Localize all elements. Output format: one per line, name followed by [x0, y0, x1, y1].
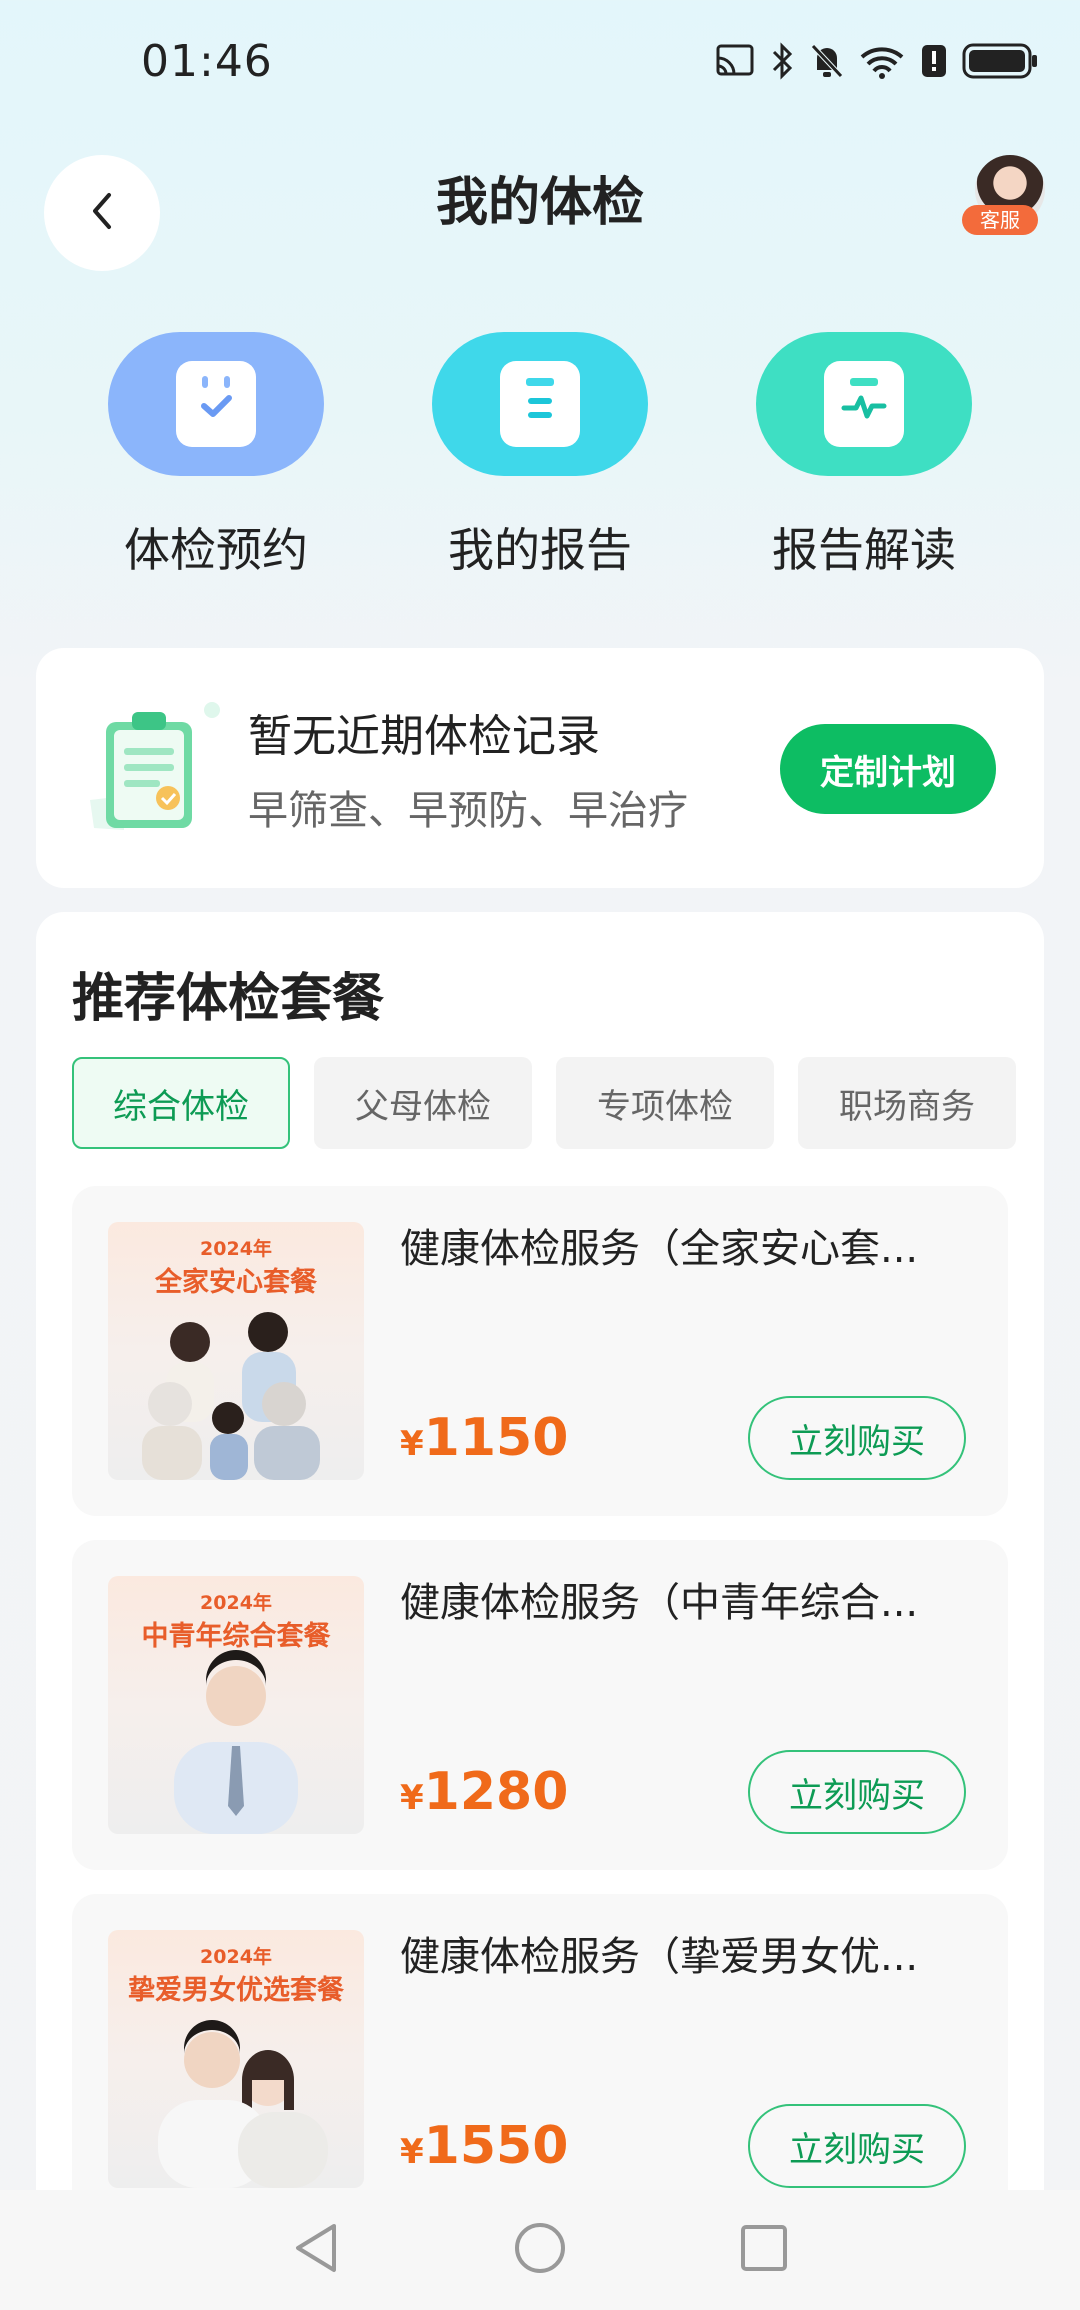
package-name: 健康体检服务（挚爱男女优... — [400, 1934, 919, 1980]
quick-entries: 体检预约 我的报告 报告解读 — [0, 332, 1080, 592]
record-subtitle: 早筛查、早预防、早治疗 — [248, 788, 688, 834]
tab-comprehensive[interactable]: 综合体检 — [72, 1057, 290, 1149]
package-price: ¥1280 — [400, 1762, 568, 1822]
package-item[interactable]: 2024年 挚爱男女优选套餐 健康体检服务（挚爱男女优... ¥1550 立刻购… — [72, 1894, 1008, 2224]
customer-service-button[interactable]: 客服 — [962, 155, 1050, 235]
buy-now-button[interactable]: 立刻购买 — [748, 1750, 966, 1834]
price-currency: ¥ — [400, 1778, 424, 1818]
calendar-check-icon — [176, 361, 256, 447]
package-image: 2024年 全家安心套餐 — [108, 1222, 364, 1480]
battery-icon — [962, 42, 1040, 80]
quick-entry-report-interpret[interactable]: 报告解读 — [756, 332, 972, 580]
custom-plan-button[interactable]: 定制计划 — [780, 724, 996, 814]
package-name: 健康体检服务（中青年综合... — [400, 1580, 919, 1626]
buy-now-button[interactable]: 立刻购买 — [748, 1396, 966, 1480]
package-image: 2024年 中青年综合套餐 — [108, 1576, 364, 1834]
buy-now-button[interactable]: 立刻购买 — [748, 2104, 966, 2188]
package-price: ¥1150 — [400, 1408, 568, 1468]
price-currency: ¥ — [400, 1424, 424, 1464]
quick-entry-bubble — [756, 332, 972, 476]
quick-entry-my-report[interactable]: 我的报告 — [432, 332, 648, 580]
package-image-year: 2024年 — [200, 1592, 272, 1614]
page-title: 我的体检 — [435, 173, 644, 233]
clipboard-icon — [84, 700, 224, 844]
section-title: 推荐体检套餐 — [72, 969, 385, 1029]
status-time: 01:46 — [141, 36, 273, 87]
nav-back-icon[interactable] — [290, 2220, 342, 2280]
status-icons — [714, 42, 1040, 80]
price-value: 1150 — [423, 1408, 569, 1468]
bell-muted-icon — [810, 42, 844, 80]
package-name: 健康体检服务（全家安心套... — [400, 1226, 919, 1272]
package-image-year: 2024年 — [200, 1946, 272, 1968]
package-price: ¥1550 — [400, 2116, 568, 2176]
quick-entry-label: 报告解读 — [772, 523, 956, 577]
package-item[interactable]: 2024年 全家安心套餐 健康体检服务（全家安心套... ¥1150 立刻购买 — [72, 1186, 1008, 1516]
price-value: 1280 — [423, 1762, 569, 1822]
family-photo-icon — [142, 1312, 320, 1480]
package-image-year: 2024年 — [200, 1238, 272, 1260]
system-nav-bar — [0, 2190, 1080, 2310]
package-image: 2024年 挚爱男女优选套餐 — [108, 1930, 364, 2188]
package-item[interactable]: 2024年 中青年综合套餐 健康体检服务（中青年综合... ¥1280 立刻购买 — [72, 1540, 1008, 1870]
man-photo-icon — [174, 1650, 298, 1834]
record-title: 暂无近期体检记录 — [248, 711, 600, 762]
nav-home-icon[interactable] — [512, 2220, 568, 2280]
nav-recents-icon[interactable] — [738, 2222, 790, 2278]
tab-business[interactable]: 职场商务 — [798, 1057, 1016, 1149]
tab-parents[interactable]: 父母体检 — [314, 1057, 532, 1149]
recommend-section: 推荐体检套餐 综合体检 父母体检 专项体检 职场商务 2024年 全家安心套餐 … — [36, 912, 1044, 2310]
quick-entry-bubble — [108, 332, 324, 476]
price-value: 1550 — [423, 2116, 569, 2176]
quick-entry-appointment[interactable]: 体检预约 — [108, 332, 324, 580]
status-bar: 01:46 — [0, 0, 1080, 130]
tab-special[interactable]: 专项体检 — [556, 1057, 774, 1149]
recent-record-card: 暂无近期体检记录 早筛查、早预防、早治疗 定制计划 — [36, 648, 1044, 888]
price-currency: ¥ — [400, 2132, 424, 2172]
cast-icon — [714, 44, 756, 78]
alert-icon — [920, 43, 948, 79]
customer-service-label: 客服 — [962, 205, 1038, 235]
quick-entry-label: 我的报告 — [448, 523, 632, 577]
package-tabs: 综合体检 父母体检 专项体检 职场商务 — [72, 1057, 1016, 1149]
quick-entry-label: 体检预约 — [124, 523, 308, 577]
report-list-icon — [500, 361, 580, 447]
couple-photo-icon — [158, 2020, 328, 2188]
quick-entry-bubble — [432, 332, 648, 476]
bluetooth-icon — [770, 42, 796, 80]
wifi-icon — [858, 43, 906, 79]
report-pulse-icon — [824, 361, 904, 447]
